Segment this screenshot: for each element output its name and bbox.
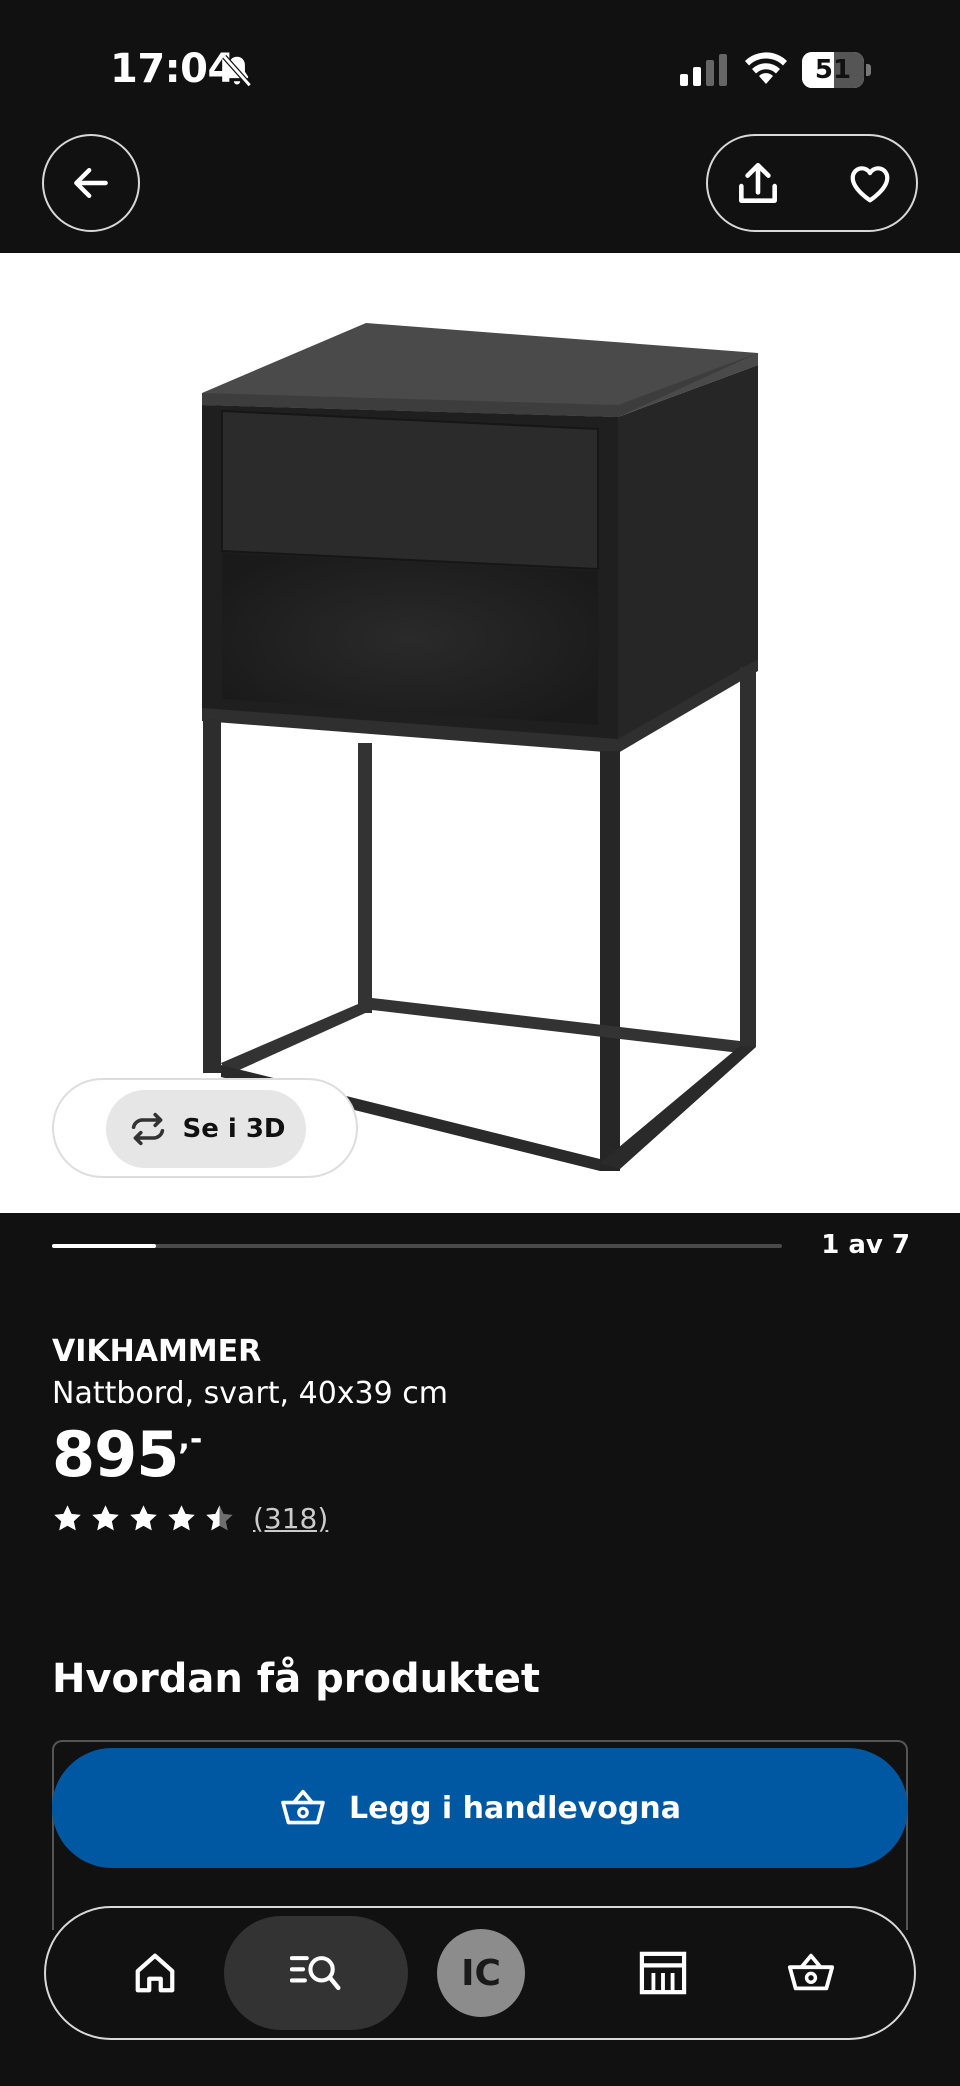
star-icon [130, 1504, 157, 1530]
avatar: IC [437, 1929, 525, 2017]
review-count-link[interactable]: (318) [253, 1502, 328, 1535]
gallery-progress-bar [52, 1244, 782, 1248]
nav-profile[interactable]: IC [436, 1908, 526, 2038]
product-image [202, 323, 758, 1171]
product-image-gallery[interactable]: Se i 3D [0, 253, 960, 1213]
view-3d-container: Se i 3D [52, 1078, 358, 1178]
star-icon [54, 1504, 81, 1530]
home-icon [135, 1953, 175, 1993]
star-icon [92, 1504, 119, 1530]
nav-search[interactable] [224, 1908, 408, 2038]
bell-slash-icon [222, 54, 252, 88]
header-actions [706, 134, 918, 232]
nav-cart[interactable] [766, 1908, 856, 2038]
star-icon [206, 1504, 233, 1530]
add-to-cart-button[interactable]: Legg i handlevogna [52, 1748, 908, 1868]
add-to-cart-label: Legg i handlevogna [349, 1790, 681, 1826]
signal-icon [680, 54, 727, 86]
view-3d-button[interactable]: Se i 3D [106, 1090, 306, 1168]
arrow-left-icon [74, 167, 108, 199]
share-icon [739, 162, 777, 203]
gallery-progress-fill [52, 1244, 157, 1248]
battery-icon: 51 [802, 52, 872, 88]
star-icon [168, 1504, 195, 1530]
heart-icon [850, 166, 890, 203]
search-list-icon [290, 1956, 341, 1991]
basket-icon [281, 1789, 325, 1825]
view-3d-label: Se i 3D [182, 1114, 286, 1144]
product-page: 17:04 51 Se i 3D 1 av 7 VIKHAMMER Nattbo… [0, 0, 960, 2086]
status-time: 17:04 [110, 46, 235, 92]
product-price: 895,- [52, 1418, 203, 1491]
availability-title: Hvordan få produktet [52, 1656, 541, 1702]
bottom-navigation: IC [44, 1906, 916, 2040]
rating-row[interactable]: (318) [52, 1498, 328, 1538]
basket-icon [787, 1953, 835, 1991]
price-value: 895 [52, 1418, 179, 1491]
rating-stars [52, 1503, 235, 1534]
nav-stores[interactable] [618, 1908, 708, 2038]
product-description: Nattbord, svart, 40x39 cm [52, 1376, 448, 1411]
nav-home[interactable] [110, 1908, 200, 2038]
favourite-button[interactable] [838, 152, 902, 216]
gallery-position-text: 1 av 7 [821, 1230, 910, 1260]
battery-percentage: 51 [814, 55, 852, 85]
share-button[interactable] [726, 152, 790, 216]
back-button[interactable] [42, 134, 140, 232]
status-bar: 17:04 51 [0, 0, 960, 130]
price-suffix: ,- [178, 1422, 203, 1457]
product-name: VIKHAMMER [52, 1334, 262, 1369]
store-icon [639, 1951, 687, 1995]
rotate-icon [132, 1112, 165, 1146]
wifi-icon [745, 52, 787, 84]
